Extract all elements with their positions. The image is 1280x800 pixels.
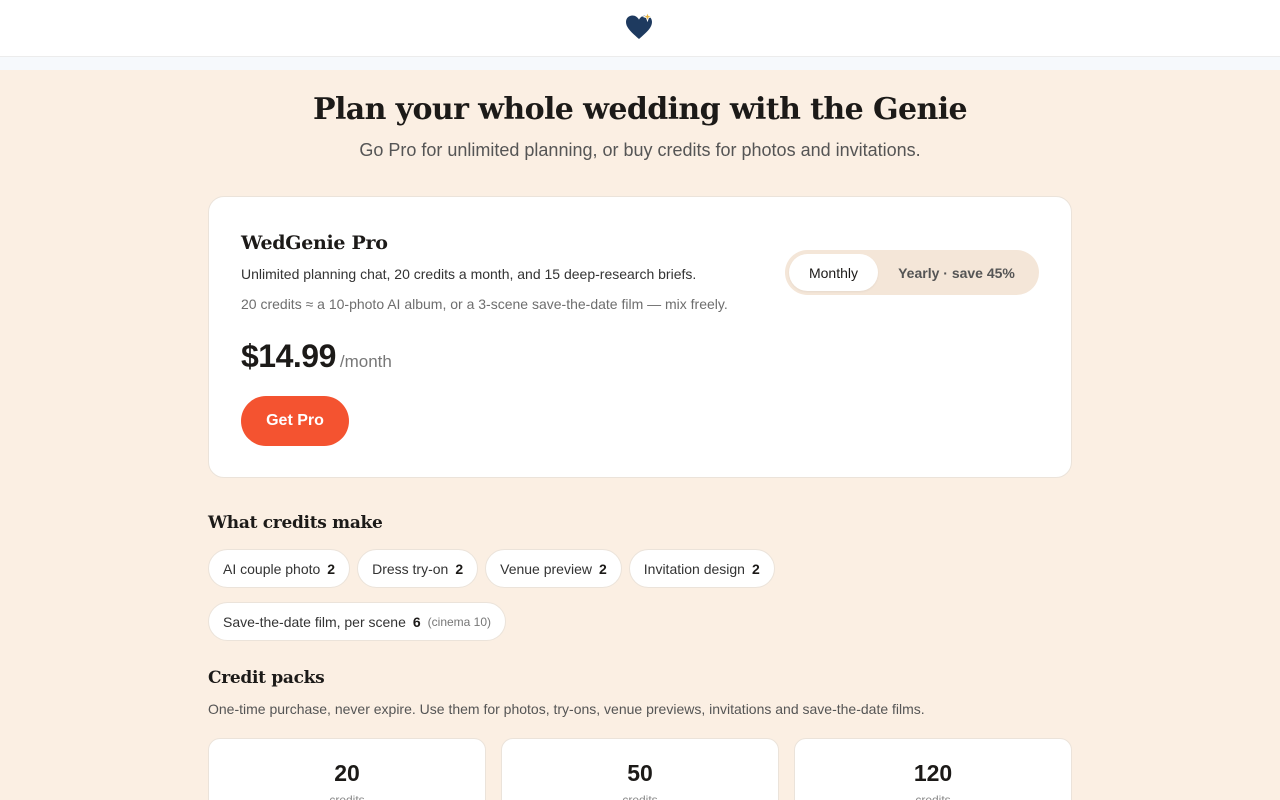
pro-plan-credit-note: 20 credits ≈ a 10-photo AI album, or a 3… <box>241 296 728 312</box>
chip-value: 2 <box>598 560 607 577</box>
credits-section-title: What credits make <box>208 513 383 533</box>
home-logo-link[interactable] <box>625 12 655 43</box>
chip-label: Dress try-on <box>372 560 449 577</box>
top-navigation-bar <box>0 0 1280 57</box>
chip-label: Save-the-date film, per scene <box>223 613 406 630</box>
credit-costs-list: AI couple photo 2 Dress try-on 2 Venue p… <box>208 549 1072 641</box>
billing-period-toggle: Monthly Yearly · save 45% <box>785 250 1039 295</box>
page-title: Plan your whole wedding with the Genie <box>313 92 968 127</box>
pack-amount: 50 <box>627 760 653 786</box>
chip-value: 2 <box>455 560 464 577</box>
pack-unit: credits <box>622 793 658 800</box>
pack-amount: 120 <box>913 760 953 786</box>
credit-pack-card[interactable]: 50 credits <box>501 738 779 800</box>
price-period: /month <box>339 352 392 371</box>
chip-value: 6 <box>412 613 421 630</box>
credit-pack-card[interactable]: 20 credits <box>208 738 486 800</box>
chip-label: Invitation design <box>643 560 745 577</box>
chip-note: (cinema 10) <box>427 614 492 629</box>
credit-packs-list: 20 credits 50 credits 120 credits <box>208 738 1072 800</box>
chip-value: 2 <box>327 560 336 577</box>
price-amount: $14.99 <box>241 338 336 374</box>
credit-cost-chip: Dress try-on 2 <box>357 549 479 588</box>
billing-yearly-option[interactable]: Yearly · save 45% <box>878 254 1035 291</box>
pack-unit: credits <box>329 793 365 800</box>
credit-cost-chip: Venue preview 2 <box>485 549 622 588</box>
pack-unit: credits <box>915 793 951 800</box>
credit-cost-chip: AI couple photo 2 <box>208 549 351 588</box>
credit-cost-chip: Invitation design 2 <box>628 549 775 588</box>
chip-label: Venue preview <box>500 560 592 577</box>
page-subtitle: Go Pro for unlimited planning, or buy cr… <box>359 140 921 160</box>
pro-price: $14.99 /month <box>241 338 392 375</box>
get-pro-button[interactable]: Get Pro <box>241 396 349 446</box>
pro-plan-card: WedGenie Pro Unlimited planning chat, 20… <box>208 196 1072 478</box>
pro-plan-description: Unlimited planning chat, 20 credits a mo… <box>241 266 697 282</box>
chip-value: 2 <box>751 560 760 577</box>
heart-sparkle-icon <box>626 12 653 39</box>
header-divider-strip <box>0 57 1280 70</box>
pro-plan-title: WedGenie Pro <box>241 232 388 254</box>
pack-amount: 20 <box>334 760 360 786</box>
billing-monthly-option[interactable]: Monthly <box>789 254 878 291</box>
credit-pack-card[interactable]: 120 credits <box>794 738 1072 800</box>
packs-section-title: Credit packs <box>208 668 325 688</box>
packs-section-subtitle: One-time purchase, never expire. Use the… <box>208 701 925 717</box>
chip-label: AI couple photo <box>223 560 321 577</box>
credit-cost-chip: Save-the-date film, per scene 6 (cinema … <box>208 602 507 641</box>
